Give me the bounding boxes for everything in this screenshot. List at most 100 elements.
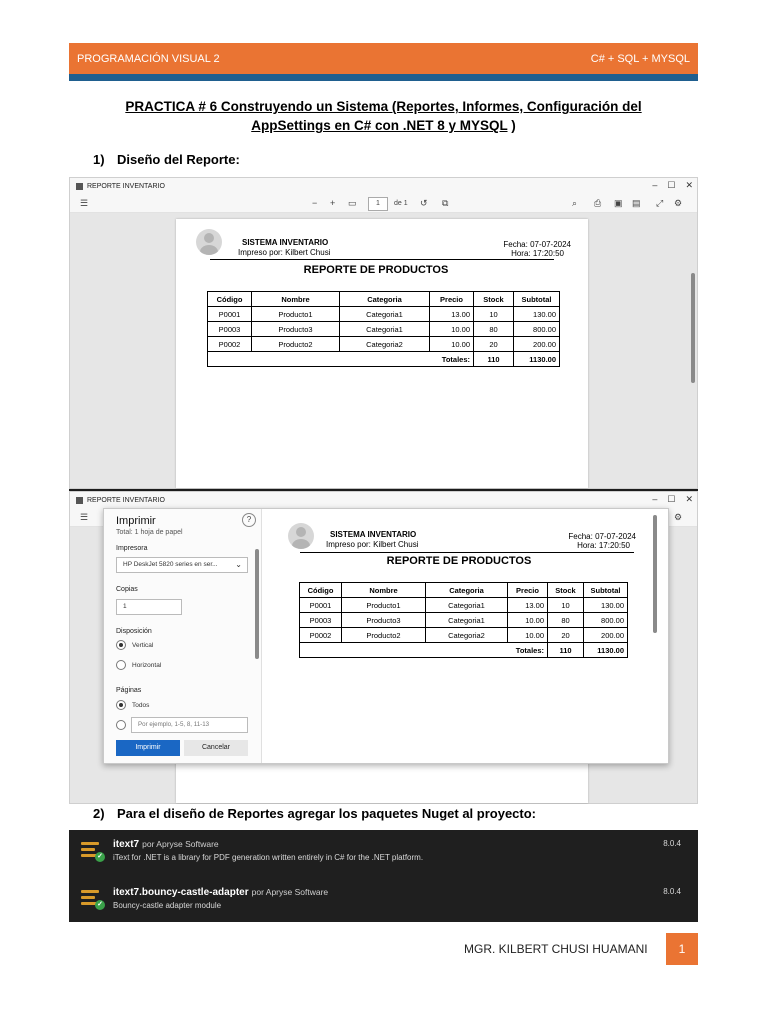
cell: Producto3 [341, 612, 426, 628]
practice-title: PRACTICA # 6 Construyendo un Sistema (Re… [69, 97, 698, 135]
package-name-text: itext7.bouncy-castle-adapter [113, 887, 249, 898]
report-printed-by: Impreso por: Kilbert Chusi [238, 248, 331, 257]
report-table: Código Nombre Categoria Precio Stock Sub… [207, 291, 560, 367]
section-number: 1) [93, 152, 105, 167]
layout-vertical-radio[interactable] [116, 640, 126, 650]
minimize-icon[interactable]: – [652, 494, 657, 505]
package-author: por Apryse Software [142, 839, 219, 849]
pages-label: Páginas [116, 687, 142, 694]
col-precio: Precio [507, 582, 548, 598]
total-subtotal: 1130.00 [583, 642, 628, 658]
preview-scrollbar[interactable] [653, 515, 657, 633]
cell: 13.00 [507, 597, 548, 613]
page-number-input[interactable]: 1 [368, 197, 388, 211]
save-as-icon[interactable]: ▤ [632, 198, 641, 209]
footer-author: MGR. KILBERT CHUSI HUAMANI [464, 942, 648, 956]
pages-custom-radio[interactable] [116, 720, 126, 730]
cell: Producto2 [341, 627, 426, 643]
chevron-down-icon: ⌄ [235, 560, 242, 569]
printer-select[interactable]: HP DeskJet 5820 series en ser... ⌄ [116, 557, 248, 573]
zoom-out-icon[interactable]: − [312, 198, 317, 208]
settings-icon[interactable]: ⚙ [674, 198, 682, 209]
cell: Categoria1 [425, 612, 508, 628]
help-icon[interactable]: ? [242, 513, 256, 527]
report-date: Fecha: 07-07-2024 [503, 240, 571, 249]
report-title: REPORTE DE PRODUCTOS [303, 264, 449, 276]
print-preview-page: SISTEMA INVENTARIO Impreso por: Kilbert … [264, 509, 659, 763]
col-codigo: Código [299, 582, 342, 598]
window-titlebar: REPORTE INVENTARIO – ☐ ✕ [70, 492, 697, 509]
pages-all-label: Todos [132, 702, 150, 709]
cell: 200.00 [583, 627, 628, 643]
close-icon[interactable]: ✕ [685, 180, 693, 191]
cell: Producto2 [251, 336, 340, 352]
print-preview-window: REPORTE INVENTARIO – ☐ ✕ ☰ ⚙ Imprimir To… [69, 491, 698, 804]
avatar-icon [288, 523, 314, 549]
maximize-icon[interactable]: ☐ [667, 494, 675, 505]
col-subtotal: Subtotal [513, 291, 560, 307]
cancel-button[interactable]: Cancelar [184, 740, 248, 756]
package-icon: ✓ [81, 840, 105, 862]
minimize-icon[interactable]: – [652, 180, 657, 191]
col-nombre: Nombre [251, 291, 340, 307]
report-screenshot: REPORTE INVENTARIO – ☐ ✕ ☰ − + ▭ 1 de 1 … [69, 177, 698, 804]
pages-all-radio[interactable] [116, 700, 126, 710]
settings-icon[interactable]: ⚙ [674, 512, 682, 523]
cell: 10.00 [429, 336, 474, 352]
totals-label: Totales: [207, 351, 474, 367]
section-2-heading: 2) Para el diseño de Reportes agregar los… [93, 806, 536, 821]
table-row: P0001 Producto1 Categoria1 13.00 10 130.… [207, 306, 560, 322]
rotate-icon[interactable]: ↺ [420, 198, 428, 209]
fullscreen-icon[interactable]: ⤢ [656, 198, 663, 209]
viewer-scrollbar[interactable] [691, 273, 695, 383]
section-text: Diseño del Reporte: [117, 152, 240, 167]
footer-page-number: 1 [666, 933, 698, 965]
nuget-package-item[interactable]: ✓ itext7.bouncy-castle-adapter por Apryse… [81, 882, 681, 918]
search-icon[interactable]: ⌕ [572, 198, 577, 209]
print-summary: Total: 1 hoja de papel [116, 529, 183, 536]
report-rule [300, 552, 634, 553]
window-title: REPORTE INVENTARIO [87, 183, 165, 190]
cell: 10.00 [429, 321, 474, 337]
contents-icon[interactable]: ☰ [80, 512, 88, 523]
cell: P0001 [299, 597, 342, 613]
report-title: REPORTE DE PRODUCTOS [386, 555, 532, 567]
page-header: PROGRAMACIÓN VISUAL 2 C# + SQL + MYSQL [69, 43, 698, 81]
settings-scrollbar[interactable] [255, 549, 259, 659]
close-icon[interactable]: ✕ [685, 494, 693, 505]
header-bar: PROGRAMACIÓN VISUAL 2 C# + SQL + MYSQL [69, 43, 698, 74]
pages-range-input[interactable]: Por ejemplo, 1-5, 8, 11-13 [131, 717, 248, 733]
report-printed-by: Impreso por: Kilbert Chusi [326, 540, 419, 549]
installed-check-icon: ✓ [95, 900, 105, 910]
copies-label: Copias [116, 586, 138, 593]
page-view-icon[interactable]: ⧉ [442, 198, 448, 209]
save-icon[interactable]: ▣ [614, 198, 623, 209]
report-rule [210, 259, 554, 260]
viewer-toolbar: ☰ − + ▭ 1 de 1 ↺ ⧉ ⌕ ⎙ ▣ ▤ ⤢ ⚙ [70, 195, 697, 213]
nuget-package-item[interactable]: ✓ itext7 por Apryse Software iText for .N… [81, 834, 681, 870]
contents-icon[interactable]: ☰ [80, 198, 88, 209]
layout-horizontal-radio[interactable] [116, 660, 126, 670]
totals-row: Totales: 110 1130.00 [207, 351, 560, 367]
cell: P0003 [207, 321, 252, 337]
report-date: Fecha: 07-07-2024 [568, 532, 636, 541]
nuget-packages-panel: ✓ itext7 por Apryse Software iText for .N… [69, 830, 698, 922]
section-1-heading: 1) Diseño del Reporte: [93, 152, 240, 167]
print-button[interactable]: Imprimir [116, 740, 180, 756]
header-underline [69, 74, 698, 81]
cell: 130.00 [583, 597, 628, 613]
package-author: por Apryse Software [251, 887, 329, 897]
total-stock: 110 [473, 351, 514, 367]
copies-input[interactable]: 1 [116, 599, 182, 615]
cell: 10 [473, 306, 514, 322]
table-row: P0002 Producto2 Categoria2 10.00 20 200.… [299, 627, 628, 643]
window-controls: – ☐ ✕ [652, 494, 693, 505]
cell: P0002 [207, 336, 252, 352]
zoom-in-icon[interactable]: + [330, 198, 335, 208]
cell: Categoria1 [339, 306, 430, 322]
maximize-icon[interactable]: ☐ [667, 180, 675, 191]
package-icon: ✓ [81, 888, 105, 910]
col-nombre: Nombre [341, 582, 426, 598]
fit-page-icon[interactable]: ▭ [348, 198, 357, 209]
print-icon[interactable]: ⎙ [594, 198, 601, 209]
